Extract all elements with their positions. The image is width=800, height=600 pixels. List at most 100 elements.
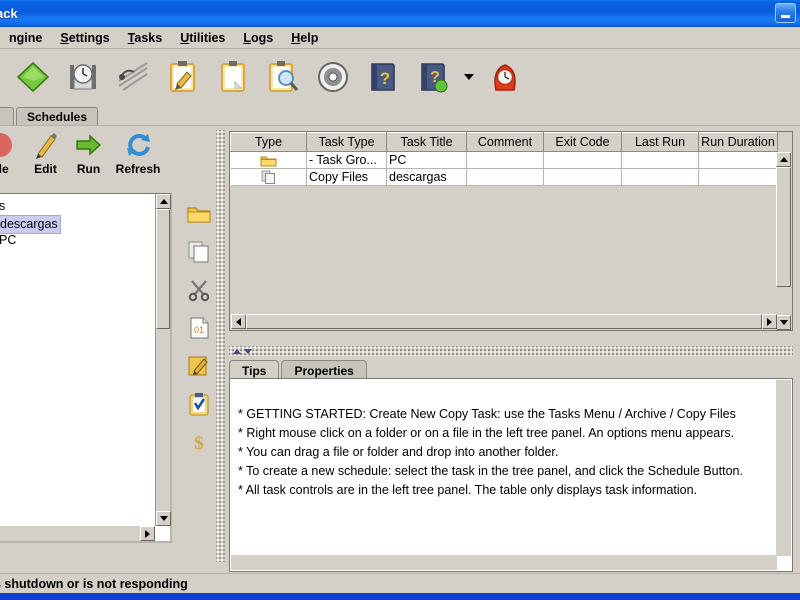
- scissors-icon[interactable]: [185, 277, 213, 303]
- split-collapse-down-icon[interactable]: [244, 348, 252, 354]
- clipboard-search-icon[interactable]: [258, 53, 308, 101]
- scroll-up-arrow-icon[interactable]: [776, 152, 791, 167]
- network-lines-icon[interactable]: [108, 53, 158, 101]
- split-collapse-up-icon[interactable]: [233, 348, 241, 354]
- run-button[interactable]: Run: [67, 128, 110, 176]
- schedule-button-label: ule: [0, 162, 9, 176]
- pencil-icon: [24, 128, 67, 162]
- scroll-thumb[interactable]: [776, 167, 791, 287]
- vertical-split-divider[interactable]: [216, 130, 225, 562]
- menu-label-logs: ogs: [251, 30, 274, 45]
- table-row[interactable]: - Task Gro... PC: [230, 151, 778, 169]
- tree-horizontal-scrollbar[interactable]: [0, 526, 155, 541]
- run-button-label: Run: [76, 162, 101, 176]
- menu-label-utilities: tilities: [189, 30, 226, 45]
- copy-icon[interactable]: [185, 239, 213, 265]
- tree-vertical-scrollbar[interactable]: [155, 194, 171, 526]
- tips-horizontal-scrollbar[interactable]: [231, 555, 777, 570]
- toolbar: ? ?: [0, 49, 800, 105]
- menu-item-utilities[interactable]: Utilities: [171, 29, 234, 47]
- clock-meter-icon[interactable]: [58, 53, 108, 101]
- scroll-thumb[interactable]: [156, 209, 170, 329]
- column-header-type[interactable]: Type: [230, 132, 307, 152]
- column-header-task-title[interactable]: Task Title: [386, 132, 467, 152]
- schedule-button[interactable]: ule: [0, 128, 24, 176]
- tree-item[interactable]: s: [0, 198, 155, 215]
- checklist-icon[interactable]: [185, 391, 213, 417]
- tree-item-selected[interactable]: descargas: [0, 215, 155, 234]
- table-row[interactable]: Copy Files descargas: [230, 168, 778, 186]
- menu-bar: ngine Settings Tasks Utilities Logs Help: [0, 27, 800, 49]
- menu-item-help[interactable]: Help: [282, 29, 327, 47]
- edit-note-icon[interactable]: [185, 353, 213, 379]
- menu-item-tasks[interactable]: Tasks: [119, 29, 172, 47]
- folder-icon[interactable]: [185, 201, 213, 227]
- menu-item-logs[interactable]: Logs: [234, 29, 282, 47]
- column-header-task-type[interactable]: Task Type: [306, 132, 387, 152]
- copy-icon: [261, 170, 276, 185]
- tree-item[interactable]: PC: [0, 232, 155, 249]
- tips-panel: Tips Properties * GETTING STARTED: Creat…: [229, 360, 793, 572]
- column-header-exit-code[interactable]: Exit Code: [543, 132, 622, 152]
- tips-vertical-scrollbar[interactable]: [776, 380, 791, 556]
- column-header-comment[interactable]: Comment: [466, 132, 544, 152]
- green-diamond-icon[interactable]: [8, 53, 58, 101]
- scroll-right-arrow-icon[interactable]: [140, 526, 155, 541]
- tree-item-label: PC: [0, 233, 17, 247]
- clipboard-edit-icon[interactable]: [158, 53, 208, 101]
- tab-schedules[interactable]: Schedules: [16, 107, 99, 125]
- menu-item-engine[interactable]: ngine: [0, 29, 51, 47]
- table-horizontal-scrollbar[interactable]: [231, 314, 777, 329]
- disc-icon[interactable]: [308, 53, 358, 101]
- tab-tips[interactable]: Tips: [229, 360, 280, 379]
- tab-schedules-label: Schedules: [27, 110, 88, 124]
- tab-tasks[interactable]: s: [0, 107, 14, 125]
- table-vertical-scrollbar[interactable]: [776, 152, 791, 330]
- cell-comment: [466, 151, 544, 169]
- scroll-thumb[interactable]: [246, 314, 762, 329]
- tree-item-label: s: [0, 199, 6, 213]
- tab-properties[interactable]: Properties: [281, 360, 367, 379]
- column-header-run-duration[interactable]: Run Duration: [698, 132, 778, 152]
- stop-icon[interactable]: [0, 53, 8, 101]
- task-action-icon-strip: 01 $: [180, 193, 218, 478]
- edit-button-label: Edit: [34, 162, 57, 176]
- help-book-web-icon[interactable]: ?: [408, 53, 458, 101]
- cell-last-run: [621, 151, 699, 169]
- menu-label-help: elp: [300, 30, 319, 45]
- cell-type: [230, 151, 307, 169]
- task-tree-panel[interactable]: s descargas PC: [0, 193, 172, 543]
- scroll-left-arrow-icon[interactable]: [231, 314, 246, 329]
- scroll-up-arrow-icon[interactable]: [156, 194, 171, 209]
- task-tree-list[interactable]: s descargas PC: [0, 194, 155, 541]
- menu-label-engine: ngine: [9, 30, 43, 45]
- cell-exit-code: [543, 151, 622, 169]
- alarm-clock-icon[interactable]: [480, 53, 530, 101]
- window-title: ack: [0, 6, 18, 21]
- refresh-button[interactable]: Refresh: [110, 128, 166, 176]
- table-header-row: Type Task Type Task Title Comment Exit C…: [230, 132, 778, 152]
- tips-text-block: * GETTING STARTED: Create New Copy Task:…: [230, 379, 792, 500]
- minimize-button[interactable]: [775, 3, 796, 23]
- title-bar: ack: [0, 0, 800, 27]
- tip-line: * To create a new schedule: select the t…: [238, 464, 743, 478]
- dollar-icon[interactable]: $: [185, 429, 213, 455]
- scroll-down-arrow-icon[interactable]: [776, 315, 791, 330]
- refresh-button-label: Refresh: [115, 162, 161, 176]
- tip-line: * GETTING STARTED: Create New Copy Task:…: [238, 407, 736, 421]
- refresh-icon: [110, 128, 166, 162]
- tip-line: * You can drag a file or folder and drop…: [238, 445, 559, 459]
- main-tab-row: s Schedules: [0, 105, 800, 125]
- horizontal-split-divider[interactable]: [229, 346, 793, 356]
- edit-button[interactable]: Edit: [24, 128, 67, 176]
- clipboard-blank-icon[interactable]: [208, 53, 258, 101]
- svg-text:$: $: [194, 433, 204, 454]
- dropdown-arrow-icon[interactable]: [458, 53, 480, 101]
- menu-item-settings[interactable]: Settings: [51, 29, 118, 47]
- scroll-right-arrow-icon[interactable]: [762, 314, 777, 329]
- cell-comment: [466, 168, 544, 186]
- help-book-icon[interactable]: ?: [358, 53, 408, 101]
- scroll-down-arrow-icon[interactable]: [156, 511, 171, 526]
- paste-icon[interactable]: 01: [185, 315, 213, 341]
- column-header-last-run[interactable]: Last Run: [621, 132, 699, 152]
